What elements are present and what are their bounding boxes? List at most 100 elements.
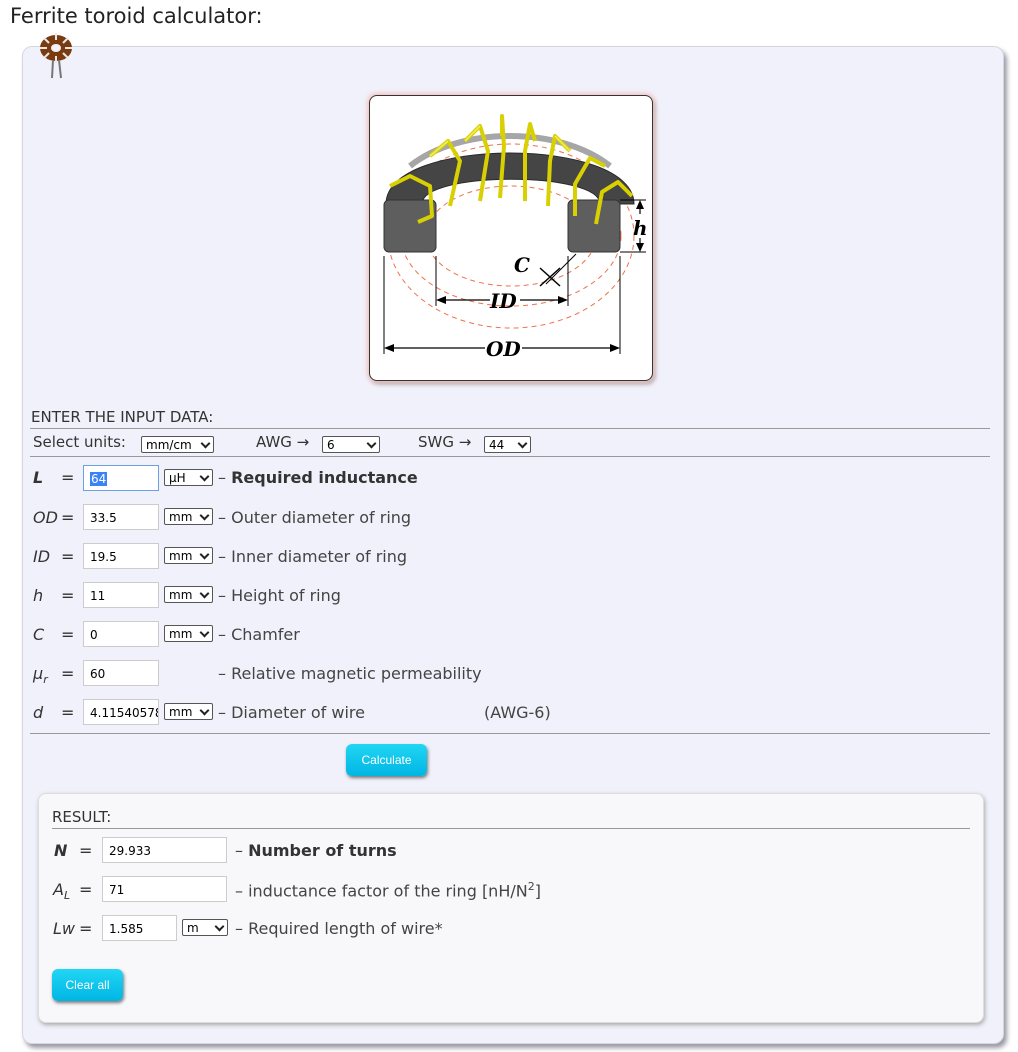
chevron-down-icon (214, 921, 225, 932)
height-desc-text: Height of ring (231, 586, 341, 605)
dash: – (218, 703, 226, 722)
chevron-down-icon (199, 510, 210, 521)
wire-diameter-desc-text: Diameter of wire (231, 703, 365, 722)
eq-sign: = (61, 625, 75, 644)
inductance-value: 64 (90, 472, 108, 486)
inductance-unit: μH (169, 471, 186, 485)
divider (30, 733, 990, 734)
al-desc-text: inductance factor of the ring [nH/N (248, 881, 528, 901)
inductance-input[interactable]: 64 (83, 465, 159, 491)
turns-output[interactable]: 29.933 (102, 837, 227, 863)
units-select-value: mm/cm (146, 438, 192, 452)
al-desc-end: ] (534, 881, 541, 901)
eq-sign: = (79, 841, 93, 860)
od-desc: – Outer diameter of ring (218, 508, 411, 527)
wire-length-desc: – Required length of wire* (235, 919, 443, 938)
mu-symbol: μ (33, 664, 44, 683)
awg-select-value: 6 (327, 438, 335, 452)
eq-sign: = (79, 919, 93, 938)
eq-sign: = (61, 664, 75, 683)
dash: – (235, 919, 243, 938)
result-heading: RESULT: (52, 808, 112, 826)
turns-desc-text: Number of turns (248, 841, 397, 860)
dash: – (235, 841, 243, 860)
al-desc-sup: 2 (527, 880, 535, 893)
chamfer-unit-select[interactable]: mm (164, 625, 213, 642)
chamfer-desc-text: Chamfer (231, 625, 300, 644)
turns-desc: – Number of turns (235, 841, 397, 860)
symbol-c: C (33, 625, 45, 644)
label-h: h (633, 216, 648, 240)
label-c: C (514, 253, 530, 277)
swg-label: SWG → (418, 433, 472, 451)
awg-select[interactable]: 6 (322, 436, 380, 453)
symbol-id: ID (33, 547, 51, 566)
units-row: Select units: (33, 433, 126, 451)
od-input[interactable]: 33.5 (83, 504, 159, 530)
divider (52, 828, 970, 829)
symbol-lw: Lw (53, 919, 75, 938)
awg-label: AWG → (256, 433, 310, 451)
inductance-desc-text: Required inductance (231, 468, 418, 487)
swg-select[interactable]: 44 (484, 436, 531, 453)
units-select[interactable]: mm/cm (141, 436, 214, 453)
symbol-l: L (33, 468, 44, 487)
symbol-h: h (33, 586, 44, 605)
chevron-down-icon (199, 627, 210, 638)
id-input[interactable]: 19.5 (83, 543, 159, 569)
chevron-down-icon (199, 471, 210, 482)
al-subscript: L (63, 889, 71, 903)
chamfer-unit: mm (169, 627, 193, 641)
toroid-diagram: C ID OD h (369, 95, 653, 381)
id-unit: mm (169, 549, 193, 563)
symbol-al: AL (53, 880, 70, 902)
wire-diameter-unit-select[interactable]: mm (164, 703, 213, 720)
select-units-label: Select units: (33, 433, 126, 451)
height-input[interactable]: 11 (83, 582, 159, 608)
divider (30, 456, 990, 457)
chamfer-input[interactable]: 0 (83, 621, 159, 647)
eq-sign: = (61, 468, 75, 487)
inductance-desc: – Required inductance (218, 468, 418, 487)
chevron-down-icon (366, 438, 377, 449)
height-unit-select[interactable]: mm (164, 586, 213, 603)
dash: – (218, 547, 226, 566)
od-unit-select[interactable]: mm (164, 508, 213, 525)
id-unit-select[interactable]: mm (164, 547, 213, 564)
al-desc: – inductance factor of the ring [nH/N2] (235, 880, 541, 900)
inductance-unit-select[interactable]: μH (164, 469, 213, 486)
symbol-od: OD (33, 508, 58, 527)
eq-sign: = (61, 703, 75, 722)
height-unit: mm (169, 588, 193, 602)
chevron-down-icon (199, 549, 210, 560)
clear-all-button[interactable]: Clear all (52, 969, 123, 1001)
wire-diameter-desc: – Diameter of wire (218, 703, 365, 722)
height-desc: – Height of ring (218, 586, 341, 605)
divider (30, 428, 990, 429)
chevron-down-icon (199, 705, 210, 716)
dash: – (218, 468, 226, 487)
awg-note: (AWG-6) (484, 703, 551, 722)
permeability-input[interactable]: 60 (83, 660, 159, 686)
wire-length-output[interactable]: 1.585 (102, 915, 177, 941)
wire-diameter-input[interactable]: 4.11540578 (83, 699, 159, 725)
al-output[interactable]: 71 (102, 876, 227, 902)
label-od: OD (486, 337, 521, 361)
od-desc-text: Outer diameter of ring (231, 508, 412, 527)
permeability-desc-text: Relative magnetic permeability (231, 664, 482, 683)
al-symbol: A (53, 880, 64, 899)
symbol-mu-r: μr (33, 664, 48, 686)
label-id: ID (489, 289, 517, 313)
toroid-logo-icon (40, 33, 72, 79)
page-title: Ferrite toroid calculator: (10, 4, 263, 28)
wire-diameter-unit: mm (169, 705, 193, 719)
eq-sign: = (61, 547, 75, 566)
calculate-button[interactable]: Calculate (346, 744, 427, 776)
chamfer-desc: – Chamfer (218, 625, 300, 644)
wire-length-desc-text: Required length of wire* (248, 919, 443, 938)
chevron-down-icon (199, 588, 210, 599)
id-desc: – Inner diameter of ring (218, 547, 407, 566)
chevron-down-icon (517, 438, 528, 449)
dash: – (218, 664, 226, 683)
wire-length-unit-select[interactable]: m (182, 919, 228, 936)
